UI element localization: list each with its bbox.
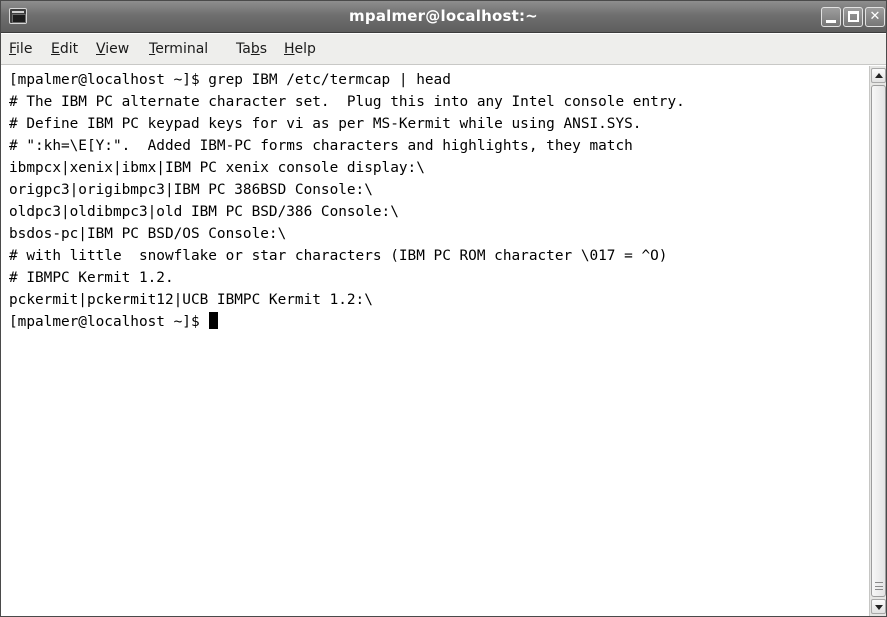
menu-tabs-label: s xyxy=(259,41,268,57)
menu-file-mnemonic: F xyxy=(9,41,17,57)
menu-help-mnemonic: H xyxy=(284,41,295,57)
terminal-window: mpalmer@localhost:~ ✕ File Edit View Ter… xyxy=(0,0,887,617)
terminal-output[interactable]: [mpalmer@localhost ~]$ grep IBM /etc/ter… xyxy=(1,66,869,616)
terminal-line: # ":kh=\E[Y:". Added IBM-PC forms charac… xyxy=(9,138,633,154)
terminal-line: # The IBM PC alternate character set. Pl… xyxy=(9,94,685,110)
grip-icon xyxy=(875,582,883,590)
vertical-scrollbar[interactable] xyxy=(869,66,886,616)
menu-edit[interactable]: Edit xyxy=(51,34,78,65)
terminal-line: # with little snowflake or star characte… xyxy=(9,248,668,264)
menu-file-label: ile xyxy=(16,41,33,57)
terminal-line: oldpc3|oldibmpc3|old IBM PC BSD/386 Cons… xyxy=(9,204,399,220)
terminal-line: pckermit|pckermit12|UCB IBMPC Kermit 1.2… xyxy=(9,292,373,308)
menu-terminal-label: erminal xyxy=(155,41,209,57)
close-button[interactable]: ✕ xyxy=(865,7,885,27)
menu-view-mnemonic: V xyxy=(96,41,106,57)
menu-edit-label: dit xyxy=(59,41,79,57)
menu-edit-mnemonic: E xyxy=(51,41,60,57)
shell-prompt: [mpalmer@localhost ~]$ xyxy=(9,314,209,330)
arrow-down-icon xyxy=(875,605,883,610)
terminal-line: origpc3|origibmpc3|IBM PC 386BSD Console… xyxy=(9,182,373,198)
maximize-button[interactable] xyxy=(843,7,863,27)
menu-help[interactable]: Help xyxy=(284,34,316,65)
close-icon: ✕ xyxy=(869,9,881,24)
menu-view[interactable]: View xyxy=(96,34,129,65)
terminal-lines: [mpalmer@localhost ~]$ grep IBM /etc/ter… xyxy=(9,69,685,333)
menu-terminal[interactable]: Terminal xyxy=(149,34,208,65)
scroll-down-button[interactable] xyxy=(871,599,886,614)
terminal-line: ibmpcx|xenix|ibmx|IBM PC xenix console d… xyxy=(9,160,425,176)
terminal-line: # IBMPC Kermit 1.2. xyxy=(9,270,174,286)
menu-tabs-label-prefix: Ta xyxy=(236,41,251,57)
scrollbar-thumb[interactable] xyxy=(871,85,886,597)
terminal-prompt-line[interactable]: [mpalmer@localhost ~]$ xyxy=(9,311,685,333)
window-title: mpalmer@localhost:~ xyxy=(349,7,538,25)
title-bar[interactable]: mpalmer@localhost:~ ✕ xyxy=(1,1,886,33)
maximize-icon xyxy=(847,11,859,22)
terminal-line: bsdos-pc|IBM PC BSD/OS Console:\ xyxy=(9,226,287,242)
menu-tabs[interactable]: Tabs xyxy=(236,34,267,65)
terminal-line: [mpalmer@localhost ~]$ grep IBM /etc/ter… xyxy=(9,72,451,88)
menu-bar: File Edit View Terminal Tabs Help xyxy=(1,34,886,65)
menu-tabs-mnemonic: b xyxy=(250,41,260,57)
menu-file[interactable]: File xyxy=(9,34,32,65)
terminal-line: # Define IBM PC keypad keys for vi as pe… xyxy=(9,116,642,132)
scroll-up-button[interactable] xyxy=(871,68,886,83)
menu-help-label: elp xyxy=(294,41,316,57)
minimize-button[interactable] xyxy=(821,7,841,27)
menu-view-label: iew xyxy=(105,41,130,57)
minimize-icon xyxy=(826,20,836,23)
arrow-up-icon xyxy=(875,73,883,78)
text-cursor xyxy=(209,312,219,329)
